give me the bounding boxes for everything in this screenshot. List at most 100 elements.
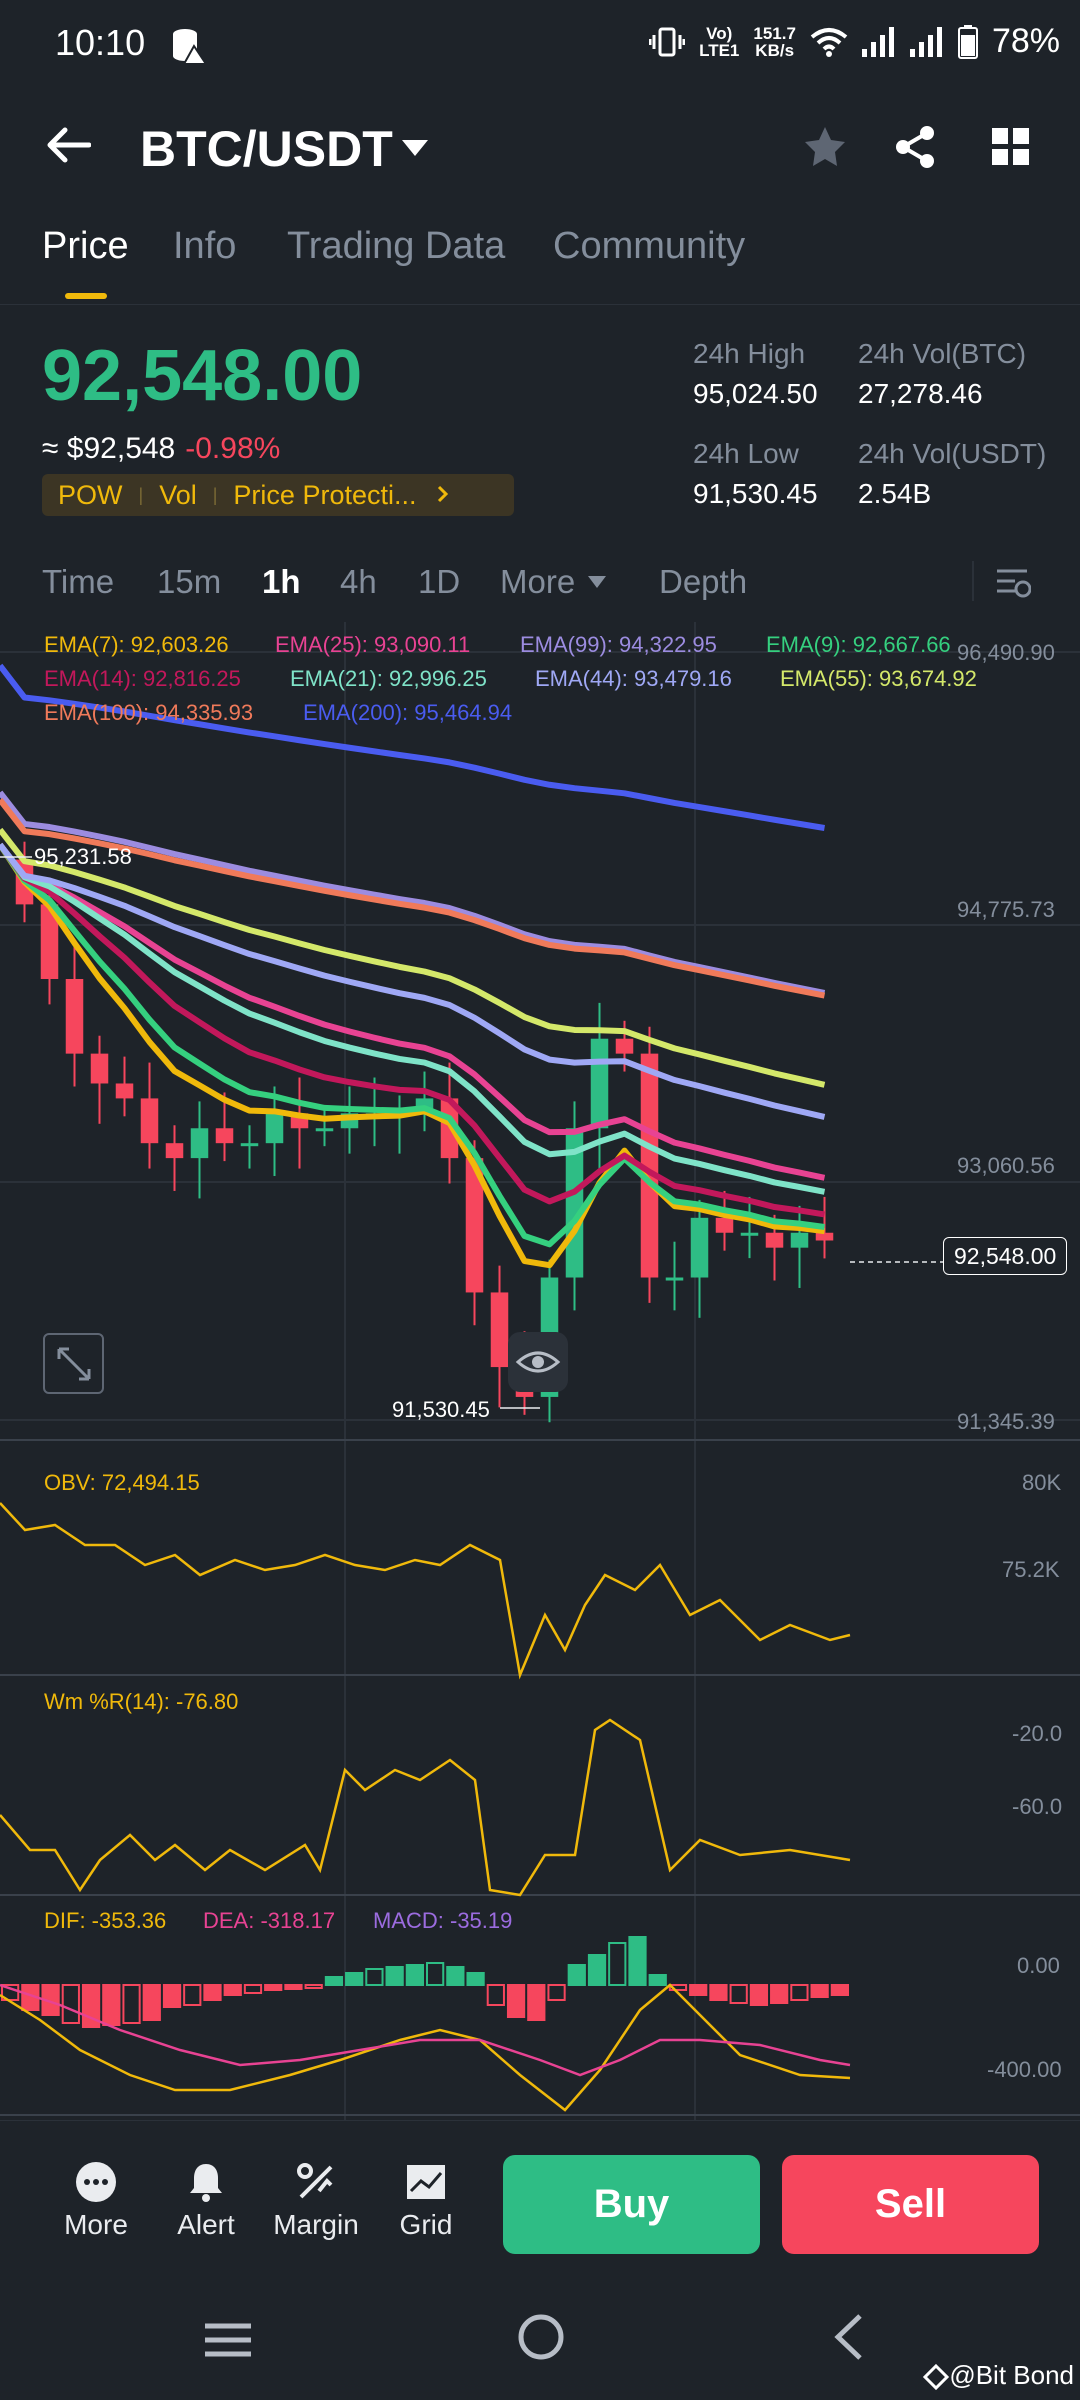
ema25-label: EMA(25): 93,090.11 xyxy=(275,632,471,657)
obv-axis-label: 80K xyxy=(1022,1470,1062,1495)
interval-depth[interactable]: Depth xyxy=(659,563,747,601)
wifi-icon xyxy=(810,27,848,57)
interval-4h[interactable]: 4h xyxy=(340,563,377,601)
macd-bar xyxy=(345,1972,364,1986)
low-label: 24h Low xyxy=(693,438,799,469)
obv-axis-label: 75.2K xyxy=(1002,1557,1060,1582)
interval-time[interactable]: Time xyxy=(42,563,114,601)
margin-button[interactable]: Margin xyxy=(266,2161,366,2241)
interval-15m[interactable]: 15m xyxy=(157,563,221,601)
status-bar: 10:10 Vo) LTE1 151.7 KB/s 78% xyxy=(0,0,1080,90)
chart-settings-icon[interactable] xyxy=(995,565,1032,606)
clock: 10:10 xyxy=(55,22,146,63)
candle xyxy=(215,1128,234,1144)
network-speed: 151.7 KB/s xyxy=(753,23,796,60)
bell-icon xyxy=(190,2164,222,2202)
macd-bar xyxy=(183,1984,202,2006)
high-label: 24h High xyxy=(693,338,806,369)
network-type: Vo) LTE1 xyxy=(699,23,740,60)
grid-button[interactable]: Grid xyxy=(376,2161,476,2241)
share-icon[interactable] xyxy=(893,125,937,174)
vol-usdt-label: 24h Vol(USDT) xyxy=(858,438,1047,469)
macd-bar xyxy=(709,1984,728,2001)
tab-info[interactable]: Info xyxy=(173,225,236,268)
eye-icon[interactable] xyxy=(508,1332,568,1392)
tab-trading-data[interactable]: Trading Data xyxy=(287,225,505,268)
candle xyxy=(315,1128,334,1132)
macd-bar xyxy=(810,1984,829,1998)
macd-bar xyxy=(729,1984,748,2004)
margin-label: Margin xyxy=(273,2209,359,2240)
wr-line xyxy=(0,1718,851,1897)
wr-label: Wm %R(14): -76.80 xyxy=(44,1689,239,1714)
dif-label: DIF: -353.36 xyxy=(44,1908,167,1933)
macd-bar xyxy=(223,1984,242,1996)
macd-bar xyxy=(304,1984,323,1989)
macd-label: MACD: -35.19 xyxy=(373,1908,513,1933)
macd-bar xyxy=(446,1966,465,1986)
candle xyxy=(190,1128,209,1159)
ema44-label: EMA(44): 93,479.16 xyxy=(535,666,732,691)
macd-bar xyxy=(61,1984,80,2024)
buy-button[interactable]: Buy xyxy=(503,2155,760,2254)
macd-bar xyxy=(486,1984,505,2006)
bitbond-logo-icon xyxy=(923,2364,950,2391)
price-axis-label: 93,060.56 xyxy=(957,1153,1055,1178)
chart-area[interactable]: EMA(7): 92,603.26 EMA(25): 93,090.11 EMA… xyxy=(0,620,1080,2120)
grid-layout-icon[interactable] xyxy=(992,128,1030,171)
signal-icon xyxy=(861,26,894,57)
tag-pow[interactable]: POW xyxy=(42,480,139,511)
price-axis-label: 94,775.73 xyxy=(957,897,1055,922)
macd-bar xyxy=(284,1984,303,1990)
macd-axis-label: -400.00 xyxy=(987,2057,1062,2082)
home-icon[interactable] xyxy=(516,2312,566,2367)
recent-apps-icon[interactable] xyxy=(203,2320,253,2365)
candle xyxy=(665,1277,684,1281)
interval-more[interactable]: More xyxy=(500,563,575,601)
signal-icon-2 xyxy=(909,26,942,57)
tag-price-protection[interactable]: Price Protecti... xyxy=(217,480,432,511)
watermark: @Bit Bond xyxy=(923,2360,1074,2391)
back-arrow-icon[interactable] xyxy=(45,125,92,170)
candle xyxy=(265,1113,284,1144)
alert-button[interactable]: Alert xyxy=(156,2161,256,2241)
tag-vol[interactable]: Vol xyxy=(143,480,213,511)
pair-dropdown-icon[interactable] xyxy=(400,138,430,163)
system-nav-bar xyxy=(0,2290,1080,2400)
macd-bar xyxy=(102,1984,121,2026)
macd-bar xyxy=(749,1984,769,2006)
grid-bot-icon xyxy=(407,2165,445,2199)
high-value: 95,024.50 xyxy=(693,378,818,409)
pair-title[interactable]: BTC/USDT xyxy=(140,120,393,178)
macd-bar xyxy=(365,1968,384,1986)
back-nav-icon[interactable] xyxy=(830,2312,866,2367)
macd-bar xyxy=(830,1984,849,1996)
obv-label: OBV: 72,494.15 xyxy=(44,1470,200,1495)
tag-bar[interactable]: POW | Vol | Price Protecti... xyxy=(42,474,514,516)
high-marker: 95,231.58 xyxy=(34,844,132,869)
candle xyxy=(165,1143,184,1159)
price-axis-label: 96,490.90 xyxy=(957,640,1055,665)
page-tabs: Price Info Trading Data Community xyxy=(0,225,1080,305)
candle xyxy=(815,1232,834,1241)
macd-bar xyxy=(506,1984,526,2018)
sell-button[interactable]: Sell xyxy=(782,2155,1039,2254)
tab-community[interactable]: Community xyxy=(553,225,745,268)
price-axis-label: 91,345.39 xyxy=(957,1409,1055,1434)
grid-label: Grid xyxy=(399,2209,453,2240)
more-dropdown-icon xyxy=(587,575,607,594)
more-button[interactable]: More xyxy=(46,2161,146,2241)
candle xyxy=(715,1217,734,1233)
candle xyxy=(490,1292,509,1368)
ema-line xyxy=(0,842,826,1195)
interval-1h[interactable]: 1h xyxy=(262,563,301,601)
ema200-label: EMA(200): 95,464.94 xyxy=(303,700,513,725)
obv-line xyxy=(0,1502,851,1680)
fullscreen-icon[interactable] xyxy=(43,1333,104,1394)
macd-bar xyxy=(324,1976,344,1986)
interval-1d[interactable]: 1D xyxy=(418,563,460,601)
vol-usdt-value: 2.54B xyxy=(858,478,932,509)
candle xyxy=(790,1232,809,1248)
tab-price[interactable]: Price xyxy=(42,225,129,268)
favorite-star-icon[interactable] xyxy=(803,125,847,174)
